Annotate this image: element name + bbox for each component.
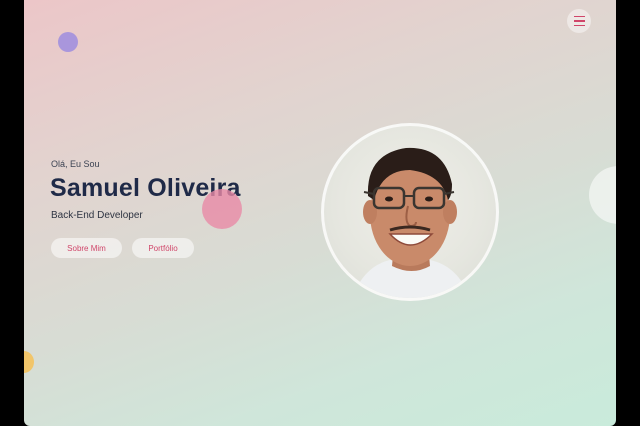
hero-section: Olá, Eu Sou Samuel Oliveira Back-End Dev… [24,0,616,426]
menu-button[interactable] [567,9,591,33]
profile-portrait-illustration [352,147,470,298]
greeting-text: Olá, Eu Sou [51,159,100,169]
portfolio-button[interactable]: Portfólio [132,238,194,258]
hero-role: Back-End Developer [51,210,143,221]
about-me-button[interactable]: Sobre Mim [51,238,122,258]
decorative-pink-dot [202,189,242,229]
profile-photo [321,123,499,301]
decorative-white-circle [589,166,616,224]
decorative-yellow-dot [24,351,34,373]
decorative-purple-dot [58,32,78,52]
hamburger-icon [573,14,585,27]
